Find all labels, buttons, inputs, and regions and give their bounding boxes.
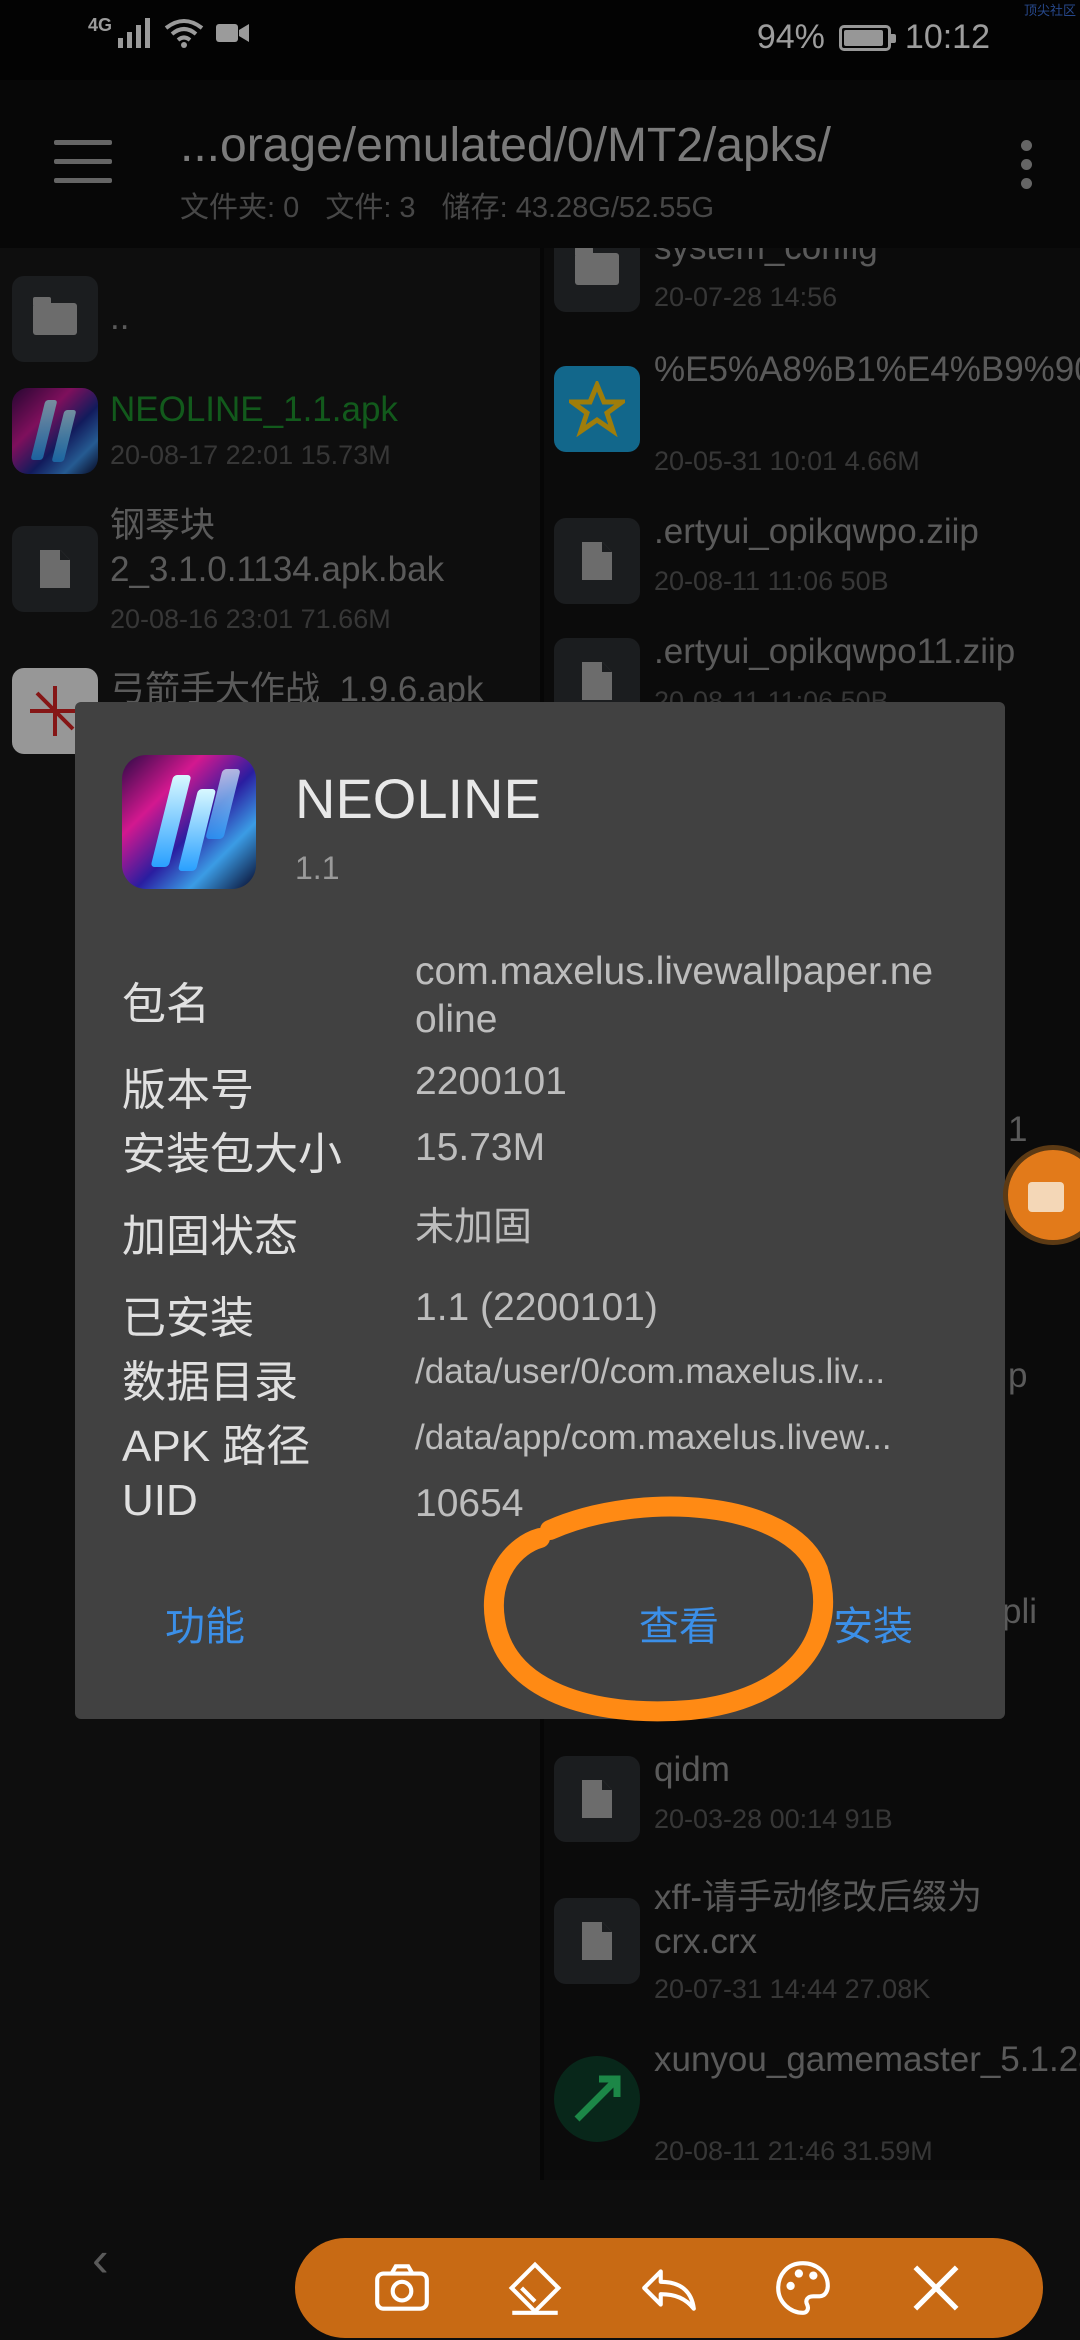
install-button[interactable]: 安装	[833, 1594, 913, 1652]
installed-value: 1.1 (2200101)	[415, 1286, 658, 1329]
package-name-label: 包名	[122, 980, 210, 1029]
neoline-app-icon	[122, 755, 256, 889]
apk-info-dialog: NEOLINE 1.1 包名 com.maxelus.livewallpaper…	[75, 702, 1005, 1719]
uid-label: UID	[122, 1476, 198, 1525]
hardening-status-value: 未加固	[415, 1206, 533, 1249]
video-camera-icon	[1028, 1182, 1064, 1212]
undo-icon[interactable]	[634, 2253, 704, 2323]
eraser-icon[interactable]	[500, 2253, 570, 2323]
version-code-value: 2200101	[415, 1060, 567, 1103]
apk-path-label: APK 路径	[122, 1422, 311, 1471]
version-code-label: 版本号	[122, 1066, 254, 1115]
annotation-toolbar	[295, 2238, 1043, 2338]
package-size-label: 安装包大小	[122, 1130, 342, 1179]
hardening-status-label: 加固状态	[122, 1212, 298, 1261]
package-name-value[interactable]: com.maxelus.livewallpaper.neoline	[415, 948, 935, 1044]
view-button[interactable]: 查看	[639, 1594, 719, 1652]
uid-value: 10654	[415, 1482, 524, 1525]
palette-icon[interactable]	[768, 2253, 838, 2323]
data-dir-value[interactable]: /data/user/0/com.maxelus.liv...	[415, 1348, 935, 1396]
functions-button[interactable]: 功能	[165, 1594, 245, 1652]
close-icon[interactable]	[901, 2253, 971, 2323]
back-arrow-icon[interactable]: ‹	[92, 2230, 109, 2288]
app-version: 1.1	[295, 850, 340, 886]
apk-path-value[interactable]: /data/app/com.maxelus.livew...	[415, 1414, 935, 1462]
camera-icon[interactable]	[367, 2253, 437, 2323]
data-dir-label: 数据目录	[122, 1358, 298, 1407]
installed-label: 已安装	[122, 1294, 254, 1343]
app-name: NEOLINE	[295, 767, 541, 830]
package-size-value: 15.73M	[415, 1126, 546, 1169]
